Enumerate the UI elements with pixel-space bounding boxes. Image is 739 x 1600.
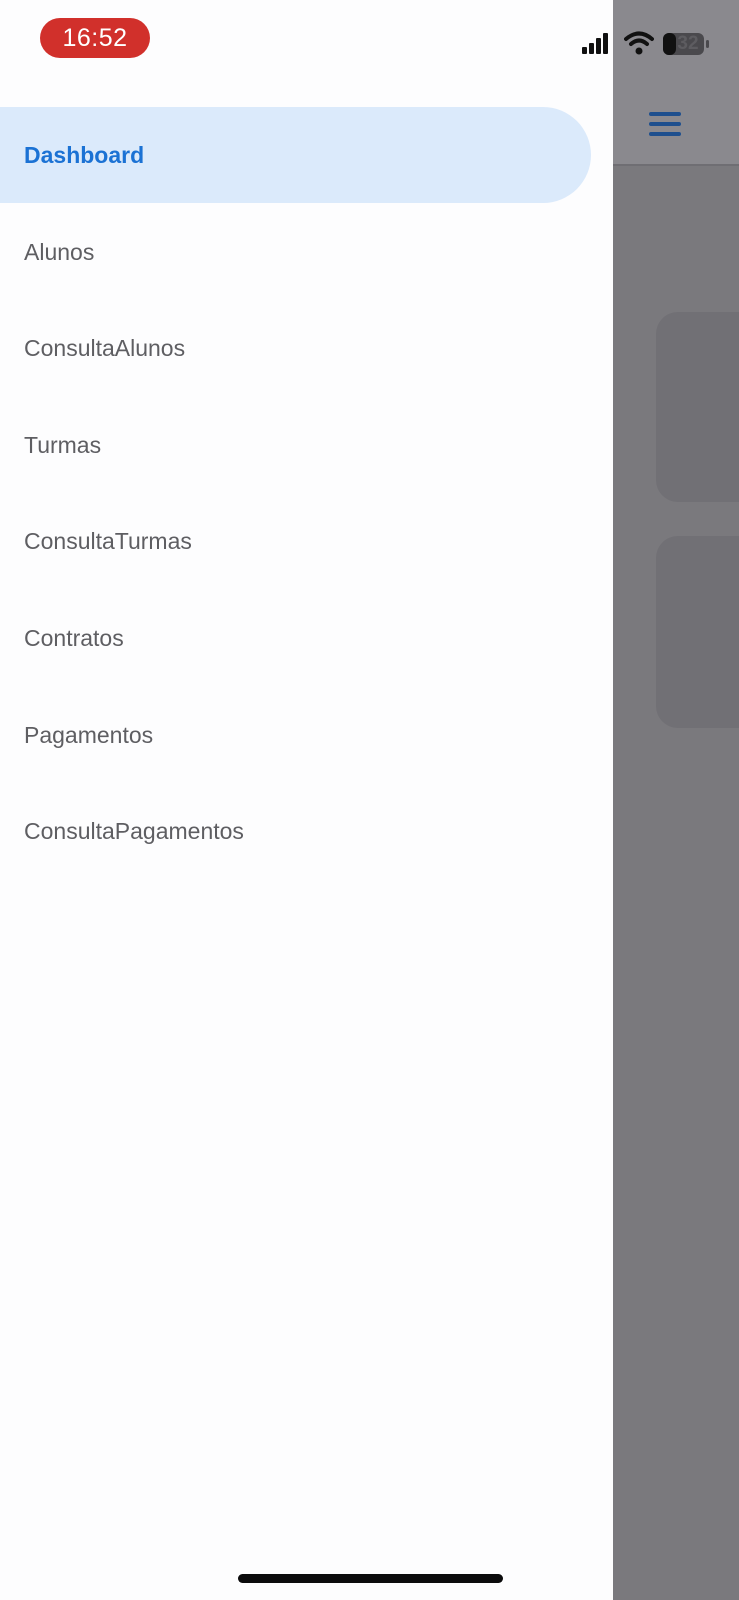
hamburger-menu-icon[interactable] [648,108,684,138]
dashboard-card [656,312,739,502]
signal-bars-icon [582,33,608,54]
nav-item-dashboard[interactable]: Dashboard [0,107,591,203]
navigation-drawer: Dashboard Alunos ConsultaAlunos Turmas C… [0,0,613,1600]
nav-item-pagamentos[interactable]: Pagamentos [0,687,613,783]
nav-list: Dashboard Alunos ConsultaAlunos Turmas C… [0,107,613,880]
nav-item-label: Turmas [24,431,102,458]
status-time: 16:52 [40,18,150,58]
nav-item-label: ConsultaTurmas [24,528,192,555]
nav-item-consulta-turmas[interactable]: ConsultaTurmas [0,493,613,589]
nav-item-label: ConsultaAlunos [24,335,186,362]
home-indicator[interactable] [238,1574,503,1583]
nav-item-alunos[interactable]: Alunos [0,204,613,300]
nav-item-label: Alunos [24,238,95,265]
wifi-icon [624,31,654,55]
nav-item-consulta-pagamentos[interactable]: ConsultaPagamentos [0,783,613,879]
screen: 16:52 32 Dashboard Alunos ConsultaAlunos… [0,0,739,1600]
nav-item-label: Pagamentos [24,721,154,748]
nav-item-label: Dashboard [24,142,145,168]
battery-level: 32 [677,33,699,54]
dashboard-card [656,536,739,728]
nav-item-turmas[interactable]: Turmas [0,397,613,493]
nav-item-label: ConsultaPagamentos [24,818,244,845]
nav-item-consulta-alunos[interactable]: ConsultaAlunos [0,300,613,396]
nav-item-contratos[interactable]: Contratos [0,590,613,686]
nav-item-label: Contratos [24,624,124,651]
